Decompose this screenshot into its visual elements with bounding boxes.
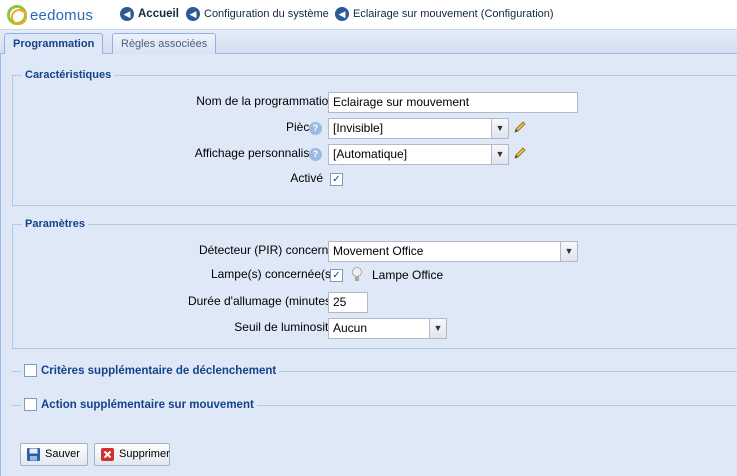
extra-action-checkbox[interactable] — [24, 398, 37, 411]
extra-criteria-checkbox[interactable] — [24, 364, 37, 377]
delete-button[interactable]: Supprimer — [94, 443, 170, 466]
lamp-name: Lampe Office — [372, 268, 444, 282]
back-arrow-icon: ◀ — [335, 7, 349, 21]
duration-input[interactable]: 25 — [328, 292, 368, 313]
breadcrumb-home[interactable]: ◀ Accueil — [120, 7, 179, 21]
characteristics-legend: Caractéristiques — [22, 68, 115, 82]
help-icon[interactable]: ? — [309, 148, 322, 161]
room-select[interactable]: [Invisible] ▼ — [328, 118, 509, 139]
top-bar: eedomus ◀ Accueil ◀ Configuration du sys… — [0, 0, 737, 30]
chevron-down-icon[interactable]: ▼ — [491, 145, 508, 164]
extra-criteria-header[interactable]: Critères supplémentaire de déclenchement — [21, 364, 280, 377]
active-label: Activé — [290, 171, 323, 185]
pencil-icon[interactable] — [512, 119, 528, 135]
main-panel: Caractéristiques Nom de la programmation… — [0, 54, 737, 476]
lamps-label: Lampe(s) concernée(s) — [210, 267, 335, 281]
characteristics-fieldset: Caractéristiques Nom de la programmation… — [12, 68, 737, 206]
tab-programmation[interactable]: Programmation — [4, 33, 104, 55]
parameters-legend: Paramètres — [22, 217, 88, 231]
parameters-fieldset: Paramètres Détecteur (PIR) concerné Move… — [12, 217, 737, 349]
active-checkbox[interactable]: ✓ — [330, 173, 343, 186]
back-arrow-icon: ◀ — [186, 7, 200, 21]
name-label: Nom de la programmation — [196, 94, 335, 108]
floppy-disk-icon — [27, 448, 40, 461]
delete-icon — [101, 448, 114, 461]
tab-strip: Programmation Règles associées — [0, 30, 737, 55]
breadcrumb-system[interactable]: ◀ Configuration du système — [186, 7, 329, 21]
tab-regles-associees[interactable]: Règles associées — [112, 33, 217, 55]
help-icon[interactable]: ? — [309, 122, 322, 135]
duration-label: Durée d'allumage (minutes) — [187, 294, 335, 308]
detector-select[interactable]: Movement Office ▼ — [328, 241, 578, 262]
pencil-icon[interactable] — [512, 145, 528, 161]
back-arrow-icon: ◀ — [120, 7, 134, 21]
chevron-down-icon[interactable]: ▼ — [491, 119, 508, 138]
logo-icon — [7, 5, 27, 25]
name-input[interactable]: Eclairage sur mouvement — [328, 92, 578, 113]
display-label: Affichage personnalisé — [194, 146, 316, 160]
threshold-select[interactable]: Aucun ▼ — [328, 318, 447, 339]
extra-action-header[interactable]: Action supplémentaire sur mouvement — [21, 398, 257, 411]
logo[interactable]: eedomus — [7, 4, 93, 26]
save-button[interactable]: Sauver — [20, 443, 88, 466]
chevron-down-icon[interactable]: ▼ — [560, 242, 577, 261]
logo-text: eedomus — [30, 6, 94, 24]
lamp-icon — [352, 267, 362, 281]
chevron-down-icon[interactable]: ▼ — [429, 319, 446, 338]
breadcrumb-current[interactable]: ◀ Eclairage sur mouvement (Configuration… — [335, 7, 554, 21]
detector-label: Détecteur (PIR) concerné — [198, 243, 335, 257]
display-select[interactable]: [Automatique] ▼ — [328, 144, 509, 165]
lamp-checkbox[interactable]: ✓ — [330, 269, 343, 282]
threshold-label: Seuil de luminosité — [234, 320, 335, 334]
